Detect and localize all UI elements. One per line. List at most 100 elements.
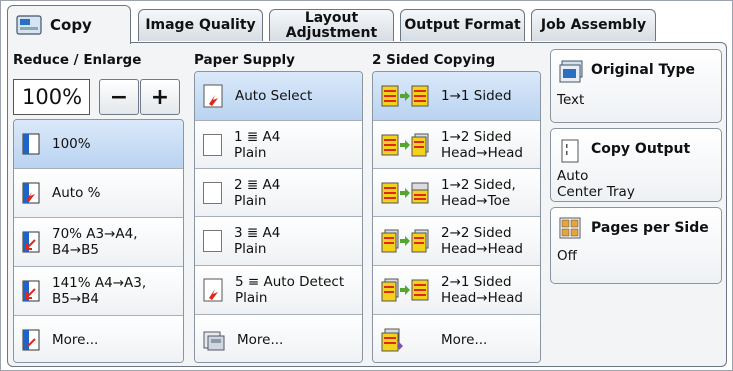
tab-image-quality[interactable]: Image Quality bbox=[138, 9, 263, 41]
zoom-increase-button[interactable]: + bbox=[140, 79, 180, 115]
sided-2-1-head-head[interactable]: 2→1 Sided Head→Head bbox=[373, 266, 540, 315]
paper-supply-list: Auto Select 1 ≣ A4 Plain 2 ≣ A4 Plain 3 … bbox=[194, 71, 363, 363]
copy-output-title: Copy Output bbox=[591, 141, 691, 157]
tray-size: A4 bbox=[262, 225, 281, 241]
paper-tray-3[interactable]: 3 ≣ A4 Plain bbox=[195, 217, 362, 266]
auto-zoom-icon bbox=[22, 182, 40, 204]
reduce-enlarge-list: 100% Auto % 70% A3→A4, B4→B5 141% A4→A3,… bbox=[13, 119, 184, 363]
original-type-title: Original Type bbox=[591, 62, 696, 78]
auto-paper-icon bbox=[203, 84, 223, 108]
tray-number: 1 bbox=[234, 128, 243, 145]
original-type-value: Text bbox=[557, 92, 585, 108]
zoom-value: 100% bbox=[22, 85, 83, 109]
tab-image-quality-label: Image Quality bbox=[145, 17, 256, 33]
tab-job-assembly[interactable]: Job Assembly bbox=[531, 9, 656, 41]
pages-per-side-icon bbox=[559, 217, 581, 239]
reduce-option-label: 100% bbox=[52, 136, 91, 152]
sided-option-label: 2→1 Sided Head→Head bbox=[441, 274, 523, 306]
tab-bar: Copy Image Quality Layout Adjustment Out… bbox=[7, 5, 727, 44]
copy-output-button[interactable]: Copy Output Auto Center Tray bbox=[550, 128, 722, 202]
reduce-enlarge-title: Reduce / Enlarge bbox=[13, 52, 142, 68]
bypass-paper-icon bbox=[203, 278, 223, 302]
reduce-option-100[interactable]: 100% bbox=[14, 120, 183, 169]
zoom-value-field[interactable]: 100% bbox=[13, 79, 90, 115]
two-sided-title: 2 Sided Copying bbox=[372, 52, 496, 68]
sided-option-label: 2→2 Sided Head→Head bbox=[441, 225, 523, 257]
paper-more-icon bbox=[203, 331, 225, 350]
plus-label: + bbox=[150, 84, 170, 110]
sided-1-1[interactable]: 1→1 Sided bbox=[373, 72, 540, 121]
paper-tray-2-text: 2 ≣ A4 Plain bbox=[234, 177, 280, 209]
paper-tray-3-text: 3 ≣ A4 Plain bbox=[234, 225, 280, 257]
one-to-two-flip-icon bbox=[381, 182, 429, 203]
paper-icon bbox=[203, 230, 222, 252]
tray-size: A4 bbox=[262, 176, 281, 193]
paper-tray-2[interactable]: 2 ≣ A4 Plain bbox=[195, 169, 362, 217]
copy-screen: Copy Image Quality Layout Adjustment Out… bbox=[0, 0, 733, 371]
pages-per-side-title: Pages per Side bbox=[591, 220, 709, 236]
original-type-icon bbox=[559, 60, 583, 83]
reduce-option-label: Auto % bbox=[52, 185, 101, 201]
paper-icon bbox=[203, 181, 222, 204]
sided-option-label: 1→2 Sided Head→Head bbox=[441, 128, 523, 161]
sided-option-label: More... bbox=[441, 331, 488, 348]
paper-icon bbox=[203, 133, 222, 156]
tray-number: 3 bbox=[234, 225, 243, 241]
reduce-more-button[interactable]: More... bbox=[14, 316, 183, 362]
tray-stack-icon: ≣ bbox=[246, 176, 259, 193]
one-to-two-icon bbox=[381, 133, 429, 156]
sided-option-label: 1→2 Sided, Head→Toe bbox=[441, 176, 516, 209]
reduce-option-label: More... bbox=[52, 332, 99, 348]
tray-type: Plain bbox=[235, 290, 268, 306]
tab-layout-adjustment[interactable]: Layout Adjustment bbox=[269, 9, 394, 41]
tray-type: Plain bbox=[234, 192, 267, 209]
sided-1-2-head-head[interactable]: 1→2 Sided Head→Head bbox=[373, 121, 540, 169]
original-type-button[interactable]: Original Type Text bbox=[550, 49, 722, 123]
sided-2-2-head-head[interactable]: 2→2 Sided Head→Head bbox=[373, 217, 540, 266]
enlarge-arrow-icon bbox=[22, 280, 40, 302]
paper-option-label: Auto Select bbox=[235, 88, 313, 104]
paper-tray-5[interactable]: 5 ≡ Auto Detect Plain bbox=[195, 266, 362, 315]
pages-per-side-value: Off bbox=[557, 248, 577, 264]
tab-job-assembly-label: Job Assembly bbox=[540, 17, 647, 33]
reduce-option-141[interactable]: 141% A4→A3, B5→B4 bbox=[14, 267, 183, 316]
two-sided-list: 1→1 Sided 1→2 Sided Head→Head 1→2 Sided,… bbox=[372, 71, 541, 363]
tray-number: 2 bbox=[234, 176, 243, 193]
zoom-decrease-button[interactable]: − bbox=[99, 79, 139, 115]
tray-number: 5 bbox=[235, 274, 244, 290]
reduce-arrow-icon bbox=[22, 231, 40, 253]
reduce-option-label: 70% A3→A4, B4→B5 bbox=[52, 226, 138, 258]
tab-output-format[interactable]: Output Format bbox=[400, 9, 525, 41]
paper-tray-5-text: 5 ≡ Auto Detect Plain bbox=[235, 274, 344, 306]
copy-output-value: Auto Center Tray bbox=[557, 168, 635, 200]
two-to-two-icon bbox=[381, 229, 429, 253]
tab-output-format-label: Output Format bbox=[404, 17, 521, 33]
sided-1-2-head-toe[interactable]: 1→2 Sided, Head→Toe bbox=[373, 169, 540, 217]
tray-type: Plain bbox=[234, 241, 267, 257]
sided-option-label: 1→1 Sided bbox=[441, 88, 512, 104]
tab-copy-label: Copy bbox=[50, 15, 92, 34]
sided-more-button[interactable]: More... bbox=[373, 315, 540, 362]
tray-stack-icon: ≣ bbox=[246, 128, 259, 145]
tray-stack-icon: ≣ bbox=[246, 225, 259, 241]
tray-size: Auto Detect bbox=[263, 274, 345, 290]
minus-label: − bbox=[109, 84, 129, 110]
tray-size: A4 bbox=[262, 128, 281, 145]
page-blue-icon bbox=[22, 133, 40, 155]
reduce-option-auto[interactable]: Auto % bbox=[14, 169, 183, 218]
tab-layout-adjustment-label: Layout Adjustment bbox=[285, 9, 378, 41]
paper-auto-select[interactable]: Auto Select bbox=[195, 72, 362, 121]
paper-tray-1-text: 1 ≣ A4 Plain bbox=[234, 129, 280, 161]
copier-icon bbox=[16, 15, 42, 35]
two-to-one-icon bbox=[381, 278, 429, 302]
paper-option-label: More... bbox=[237, 331, 284, 348]
paper-more-button[interactable]: More... bbox=[195, 315, 362, 362]
zoom-more-icon bbox=[22, 329, 40, 351]
tab-copy[interactable]: Copy bbox=[7, 5, 131, 44]
paper-supply-title: Paper Supply bbox=[194, 52, 295, 68]
copy-output-icon bbox=[561, 139, 579, 163]
pages-per-side-button[interactable]: Pages per Side Off bbox=[550, 207, 722, 284]
one-to-one-icon bbox=[381, 85, 429, 107]
paper-tray-1[interactable]: 1 ≣ A4 Plain bbox=[195, 121, 362, 169]
reduce-option-70[interactable]: 70% A3→A4, B4→B5 bbox=[14, 218, 183, 267]
